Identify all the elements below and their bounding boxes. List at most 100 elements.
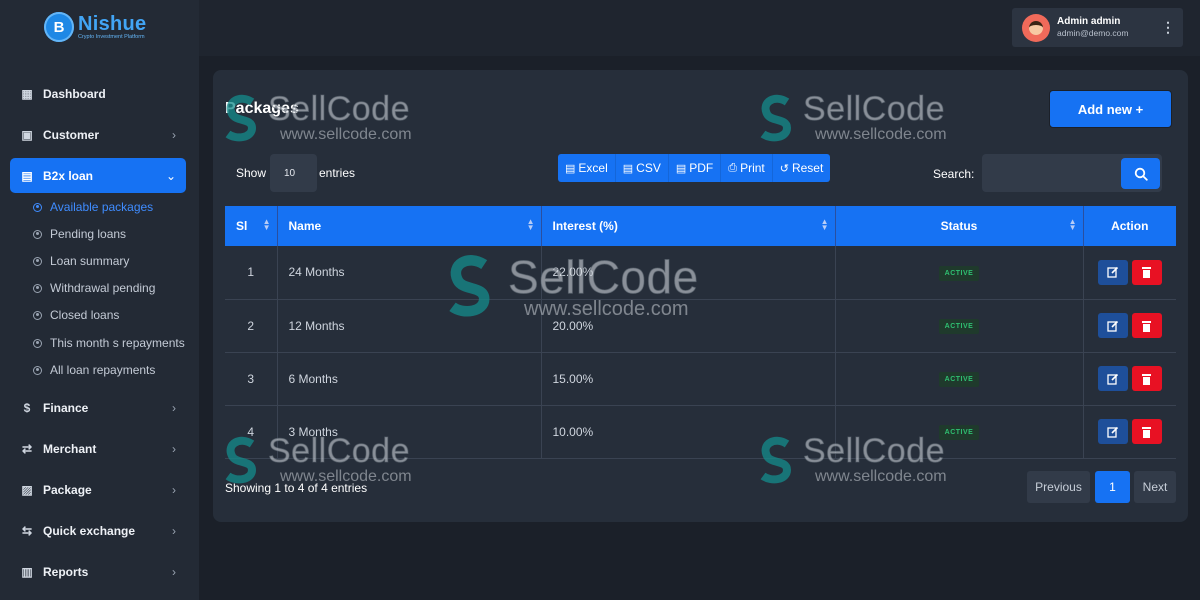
reset-icon: ↺ xyxy=(779,162,789,175)
sidebar-item-dashboard[interactable]: ▦ Dashboard xyxy=(10,76,186,111)
sort-icon: ▲ ▼ xyxy=(1068,217,1077,232)
edit-button[interactable] xyxy=(1097,366,1128,391)
sidebar-item-package[interactable]: ▨ Package › xyxy=(10,472,186,507)
pdf-button-label: PDF xyxy=(689,161,714,175)
sidebar-item-label: Quick exchange xyxy=(43,523,136,538)
search-label: Search: xyxy=(933,167,975,181)
user-email: admin@demo.com xyxy=(1057,28,1129,39)
add-new-button[interactable]: Add new + xyxy=(1049,90,1172,128)
sidebar-subitem-all-loan-repayments[interactable]: All loan repayments xyxy=(33,361,155,379)
edit-button[interactable] xyxy=(1097,313,1128,338)
edit-button[interactable] xyxy=(1097,259,1128,285)
radio-dot-icon xyxy=(33,202,42,212)
cell-interest: 15.00% xyxy=(541,352,836,406)
edit-icon xyxy=(1107,426,1118,438)
csv-button[interactable]: ▤ CSV xyxy=(616,154,669,182)
sidebar-item-label: Reports xyxy=(43,564,89,579)
page-1-button[interactable]: 1 xyxy=(1095,471,1130,503)
radio-dot-icon xyxy=(33,365,42,375)
customer-icon: ▣ xyxy=(21,127,33,142)
edit-icon xyxy=(1107,267,1118,278)
sidebar-subitem-this-month-repayments[interactable]: This month s repayments xyxy=(33,334,185,352)
user-name: Admin admin xyxy=(1057,15,1121,27)
kebab-menu-icon[interactable]: ⋮ xyxy=(1161,18,1175,36)
sidebar-item-customer[interactable]: ▣ Customer › xyxy=(10,117,186,152)
sidebar-subitem-label: Pending loans xyxy=(50,227,127,241)
sidebar-item-reports[interactable]: ▥ Reports › xyxy=(10,554,186,589)
delete-button[interactable] xyxy=(1131,313,1162,338)
excel-file-icon: ▤ xyxy=(565,162,576,175)
trash-icon xyxy=(1142,267,1152,279)
sidebar-item-label: Customer xyxy=(43,127,100,142)
trash-icon xyxy=(1142,373,1152,385)
printer-icon: ⎙ xyxy=(728,161,738,174)
excel-button-label: Excel xyxy=(578,161,608,175)
sidebar-item-b2x-loan[interactable]: ▤ B2x loan ⌄ xyxy=(10,158,186,193)
radio-dot-icon xyxy=(33,283,42,293)
edit-button[interactable] xyxy=(1097,419,1128,444)
sort-icon: ▲ ▼ xyxy=(820,217,829,232)
delete-button[interactable] xyxy=(1131,419,1162,444)
reset-button[interactable]: ↺ Reset xyxy=(773,154,831,182)
search-button[interactable] xyxy=(1121,158,1160,189)
excel-button[interactable]: ▤ Excel xyxy=(558,154,616,182)
chevron-right-icon: › xyxy=(172,523,176,538)
column-header-sl[interactable]: Sl ▲ ▼ xyxy=(225,206,278,246)
sidebar-subitem-label: Closed loans xyxy=(50,308,120,322)
cell-sl: 4 xyxy=(225,405,278,459)
radio-dot-icon xyxy=(33,256,42,266)
sidebar-subitem-label: Withdrawal pending xyxy=(50,281,156,295)
cell-sl: 3 xyxy=(225,352,278,406)
cell-interest: 20.00% xyxy=(541,299,836,353)
cell-sl: 2 xyxy=(225,299,278,353)
user-menu[interactable]: Admin admin admin@demo.com ⋮ xyxy=(1012,8,1183,47)
column-header-status[interactable]: Status ▲ ▼ xyxy=(835,206,1084,246)
pagination: Previous 1 Next xyxy=(1027,471,1176,503)
sidebar-subitem-withdrawal-pending[interactable]: Withdrawal pending xyxy=(33,279,155,297)
entries-label: entries xyxy=(319,166,356,180)
package-icon: ▨ xyxy=(21,482,33,497)
brand-logo-icon: B xyxy=(44,12,74,42)
sort-icon: ▲ ▼ xyxy=(262,217,271,232)
packages-table: Sl ▲ ▼ Name ▲ ▼ Interest (%) ▲ ▼ Status ▲ ▼ Acti… xyxy=(225,206,1176,459)
sidebar-subitem-label: This month s repayments xyxy=(50,336,185,350)
cell-name: 3 Months xyxy=(277,405,542,459)
chevron-right-icon: › xyxy=(172,441,176,456)
trash-icon xyxy=(1142,320,1152,332)
print-button[interactable]: ⎙ Print xyxy=(721,154,773,182)
previous-page-button[interactable]: Previous xyxy=(1027,471,1090,503)
sidebar-subitem-label: Loan summary xyxy=(50,254,130,268)
sidebar-item-merchant[interactable]: ⇄ Merchant › xyxy=(10,431,186,466)
cell-interest: 10.00% xyxy=(541,405,836,459)
sidebar-subitem-available-packages[interactable]: Available packages xyxy=(33,198,153,216)
table-row: 2 12 Months 20.00% ACTIVE xyxy=(225,299,1176,353)
table-info: Showing 1 to 4 of 4 entries xyxy=(225,481,368,495)
sidebar: B Nishue Crypto Investment Platform ▦ Da… xyxy=(0,0,199,600)
sidebar-item-quick-exchange[interactable]: ⇆ Quick exchange › xyxy=(10,513,186,548)
print-button-label: Print xyxy=(740,161,765,175)
export-button-group: ▤ Excel ▤ CSV ▤ PDF ⎙ Print ↺ Reset xyxy=(558,154,831,182)
next-page-button[interactable]: Next xyxy=(1134,471,1176,503)
entries-select[interactable]: 10 xyxy=(270,154,317,192)
trash-icon xyxy=(1142,426,1152,438)
delete-button[interactable] xyxy=(1131,259,1162,285)
column-header-name[interactable]: Name ▲ ▼ xyxy=(277,206,542,246)
sidebar-subitem-pending-loans[interactable]: Pending loans xyxy=(33,225,126,243)
sidebar-subitem-closed-loans[interactable]: Closed loans xyxy=(33,306,119,324)
table-header-row: Sl ▲ ▼ Name ▲ ▼ Interest (%) ▲ ▼ Status ▲ ▼ Acti… xyxy=(225,206,1176,246)
column-header-interest[interactable]: Interest (%) ▲ ▼ xyxy=(541,206,836,246)
cell-name: 6 Months xyxy=(277,352,542,406)
sidebar-item-label: Package xyxy=(43,482,92,497)
avatar xyxy=(1022,13,1050,42)
delete-button[interactable] xyxy=(1131,366,1162,391)
finance-icon: $ xyxy=(23,400,31,415)
status-badge: ACTIVE xyxy=(938,265,980,281)
sidebar-subitem-loan-summary[interactable]: Loan summary xyxy=(33,252,129,270)
status-badge: ACTIVE xyxy=(938,319,980,334)
pdf-button[interactable]: ▤ PDF xyxy=(669,154,722,182)
brand[interactable]: B Nishue Crypto Investment Platform xyxy=(44,10,146,44)
cell-name: 12 Months xyxy=(277,299,542,353)
chevron-down-icon: ⌄ xyxy=(165,168,176,183)
pdf-file-icon: ▤ xyxy=(675,162,687,175)
sidebar-item-finance[interactable]: $ Finance › xyxy=(10,390,186,425)
